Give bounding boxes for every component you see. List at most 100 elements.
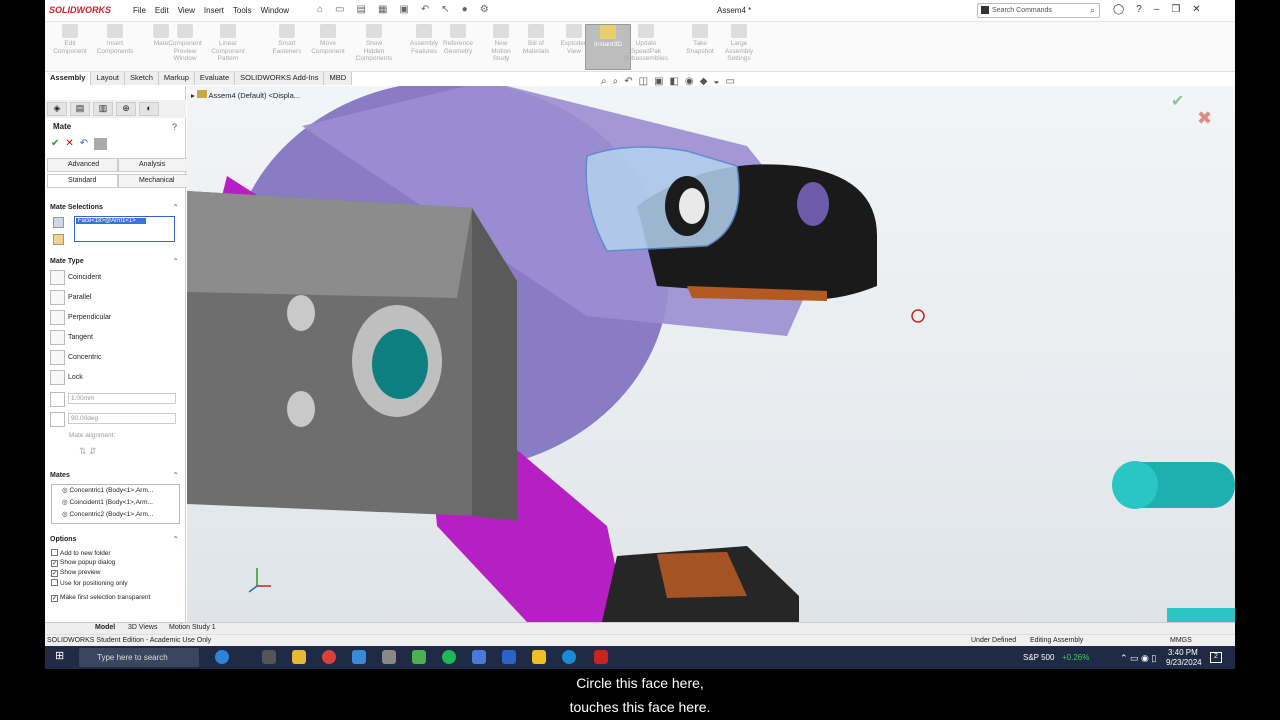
open-icon[interactable]: ▤ [357, 4, 366, 15]
hole-bottom[interactable] [287, 391, 315, 427]
ribbon-button-16[interactable]: Large Assembly Settings [716, 24, 762, 70]
app-icon[interactable] [382, 650, 396, 664]
search-icon[interactable]: ⌕ [1090, 5, 1095, 16]
notifications-badge[interactable]: 2 [1210, 652, 1222, 663]
mate-list-item[interactable]: ◎ Coincident1 (Body<1>,Arm... [62, 497, 179, 509]
mate-type-parallel[interactable]: Parallel [50, 290, 180, 306]
options-icon[interactable]: ⚙ [480, 4, 489, 15]
property-manager-tab-icon[interactable]: ▤ [70, 102, 90, 116]
clip-hole-back[interactable] [797, 182, 829, 226]
pin-cylinder-end[interactable] [1112, 461, 1158, 509]
view-orientation-icon[interactable]: ▣ [654, 76, 663, 87]
angle-icon[interactable] [50, 412, 65, 427]
search-commands-input[interactable]: Search Commands ⌕ [977, 3, 1100, 18]
print-icon[interactable]: ▣ [399, 4, 408, 15]
menu-edit[interactable]: Edit [155, 6, 169, 15]
alignment-buttons[interactable]: ⇅ ⇵ [79, 446, 97, 457]
tab-standard[interactable]: Standard [47, 174, 118, 188]
blue-app-icon[interactable] [472, 650, 486, 664]
section-view-icon[interactable]: ◫ [639, 76, 648, 87]
file-explorer-icon[interactable] [292, 650, 306, 664]
mate-type-concentric[interactable]: Concentric [50, 350, 180, 366]
green-app-icon[interactable] [412, 650, 426, 664]
collapse-chevron-icon[interactable]: ⌃ [172, 257, 179, 266]
feature-manager-tab-icon[interactable]: ◈ [47, 102, 67, 116]
dimxpert-tab-icon[interactable]: ⊕ [116, 102, 136, 116]
menu-file[interactable]: File [133, 6, 146, 15]
taskbar-search[interactable]: Type here to search [79, 648, 199, 667]
menu-view[interactable]: View [178, 6, 195, 15]
display-manager-tab-icon[interactable]: ◐ [139, 102, 159, 116]
earth-icon[interactable] [215, 650, 229, 664]
menu-insert[interactable]: Insert [204, 6, 224, 15]
cancel-x-icon[interactable]: ✖ [1197, 108, 1212, 129]
ribbon-button-6[interactable]: Move Component [305, 24, 351, 70]
calculator-icon[interactable] [352, 650, 366, 664]
bore-pin[interactable] [372, 329, 428, 399]
option-add-to-new-folder[interactable]: Add to new folder [51, 549, 111, 557]
mate-type-lock[interactable]: Lock [50, 370, 180, 386]
checkbox[interactable]: ✓ [51, 560, 58, 567]
chrome-icon[interactable] [322, 650, 336, 664]
collapse-chevron-icon[interactable]: ⌃ [172, 535, 179, 544]
ribbon-button-0[interactable]: Edit Component [47, 24, 93, 70]
stock-name[interactable]: S&P 500 [1023, 653, 1054, 662]
graphics-area[interactable]: ▸ Assem4 (Default) <Displa... ✔ ✖ [187, 86, 1235, 622]
tab-advanced[interactable]: Advanced [47, 158, 118, 172]
tab-model[interactable]: Model [95, 624, 115, 631]
mates-list[interactable]: ◎ Concentric1 (Body<1>,Arm... ◎ Coinciden… [51, 484, 180, 524]
tab-solidworks-add-ins[interactable]: SOLIDWORKS Add-Ins [235, 72, 325, 85]
ribbon-button-3[interactable]: Component Preview Window [162, 24, 208, 70]
feature-tree-root[interactable]: ▸ Assem4 (Default) <Displa... [191, 90, 300, 100]
undo-icon[interactable]: ↶ [80, 138, 88, 150]
tab-evaluate[interactable]: Evaluate [194, 72, 236, 85]
selected-face[interactable] [585, 146, 740, 252]
units-selector[interactable]: MMGS [1170, 637, 1192, 644]
pin-cylinder-2[interactable] [1167, 608, 1235, 622]
tab-sketch[interactable]: Sketch [124, 72, 159, 85]
save-icon[interactable]: ▦ [378, 4, 387, 15]
menu-window[interactable]: Window [261, 6, 289, 15]
tab-layout[interactable]: Layout [91, 72, 125, 85]
tab-motion-study-1[interactable]: Motion Study 1 [169, 624, 216, 631]
option-make-first-selection-transparent[interactable]: ✓ Make first selection transparent [51, 594, 150, 602]
collapse-chevron-icon[interactable]: ⌃ [172, 203, 179, 212]
option-show-popup-dialog[interactable]: ✓ Show popup dialog [51, 559, 115, 567]
block-face-top[interactable] [187, 191, 472, 298]
angle-field[interactable]: 90.00deg [68, 413, 176, 424]
undo-icon[interactable]: ↶ [421, 4, 429, 15]
selected-entity[interactable]: Face<18>@Arm1<1> [76, 218, 146, 224]
zoom-fit-icon[interactable]: ⌕ [601, 76, 607, 87]
checkbox[interactable]: ✓ [51, 570, 58, 577]
sticky-notes-icon[interactable] [532, 650, 546, 664]
rebuild-icon[interactable]: ● [462, 4, 468, 15]
pin-icon[interactable] [94, 138, 108, 150]
mate-list-item[interactable]: ◎ Concentric2 (Body<1>,Arm... [62, 509, 179, 521]
user-icon[interactable]: ◯ [1113, 4, 1124, 15]
help-icon[interactable]: ? [172, 122, 177, 132]
ribbon-button-4[interactable]: Linear Component Pattern [205, 24, 251, 70]
clock-date[interactable]: 9/23/2024 [1166, 658, 1202, 667]
edit-appearance-icon[interactable]: ◆ [700, 76, 708, 87]
minimize-icon[interactable]: – [1154, 4, 1160, 15]
configuration-manager-tab-icon[interactable]: ▥ [93, 102, 113, 116]
confirm-check-icon[interactable]: ✔ [1171, 91, 1184, 111]
hide-show-icon[interactable]: ◉ [685, 76, 694, 87]
checkbox[interactable]: ✓ [51, 595, 58, 602]
previous-view-icon[interactable]: ↶ [624, 76, 632, 87]
help-icon[interactable]: ? [1136, 4, 1142, 15]
mate-selections-list[interactable]: Face<18>@Arm1<1> [74, 216, 175, 242]
home-icon[interactable]: ⌂ [317, 4, 323, 15]
ribbon-button-14[interactable]: Update SpeedPak Subassemblies [623, 24, 669, 70]
option-use-for-positioning-only[interactable]: Use for positioning only [51, 579, 128, 587]
solidworks-taskbar-icon[interactable] [594, 650, 608, 664]
restore-icon[interactable]: ❐ [1171, 4, 1180, 15]
menu-tools[interactable]: Tools [233, 6, 252, 15]
display-style-icon[interactable]: ◧ [670, 76, 679, 87]
close-icon[interactable]: ✕ [1192, 4, 1200, 15]
assembly-model-view[interactable] [187, 86, 1235, 622]
windows-start-icon[interactable]: ⊞ [55, 651, 67, 663]
new-icon[interactable]: ▭ [335, 4, 344, 15]
distance-field[interactable]: 1.00mm [68, 393, 176, 404]
clock-time[interactable]: 3:40 PM [1168, 648, 1198, 657]
